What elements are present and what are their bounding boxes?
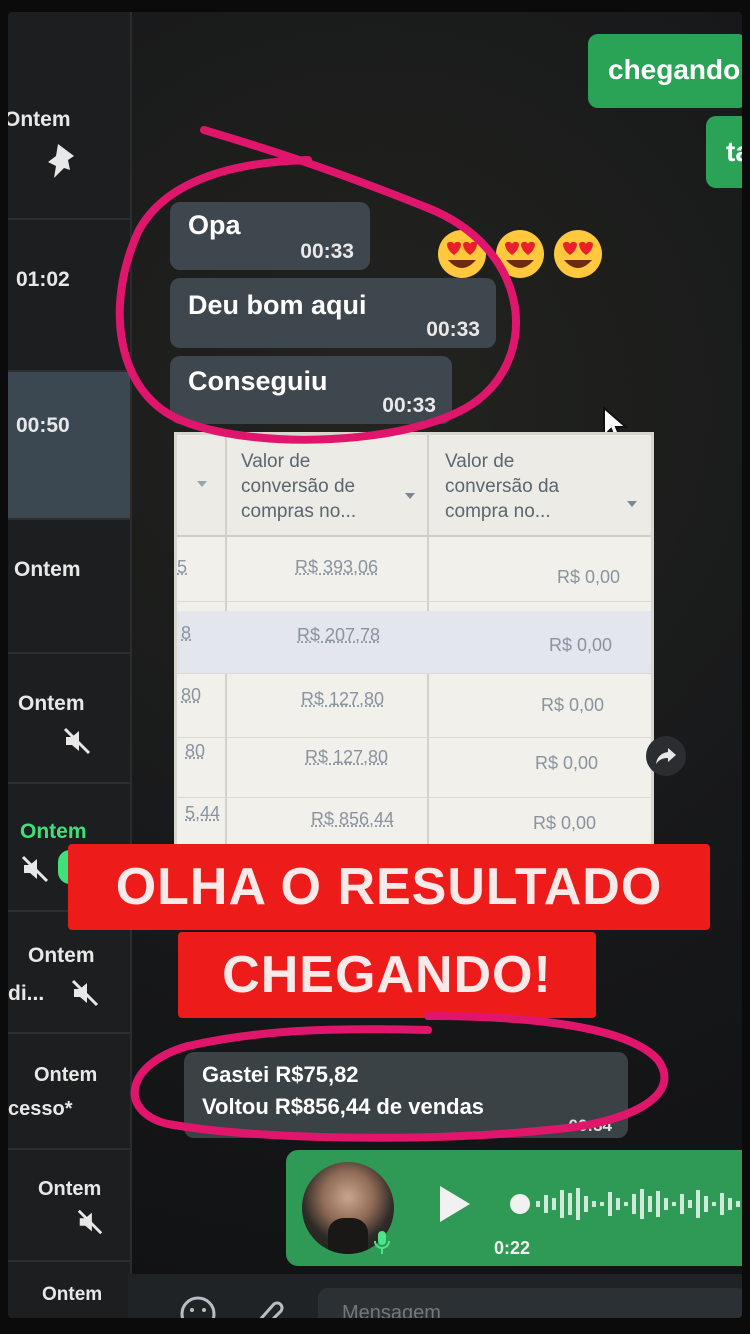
highlight-annotation [115,126,669,1142]
phone-screen: Ontem 01:02 00:50 Ontem Ontem Ontem Onte… [8,12,742,1318]
